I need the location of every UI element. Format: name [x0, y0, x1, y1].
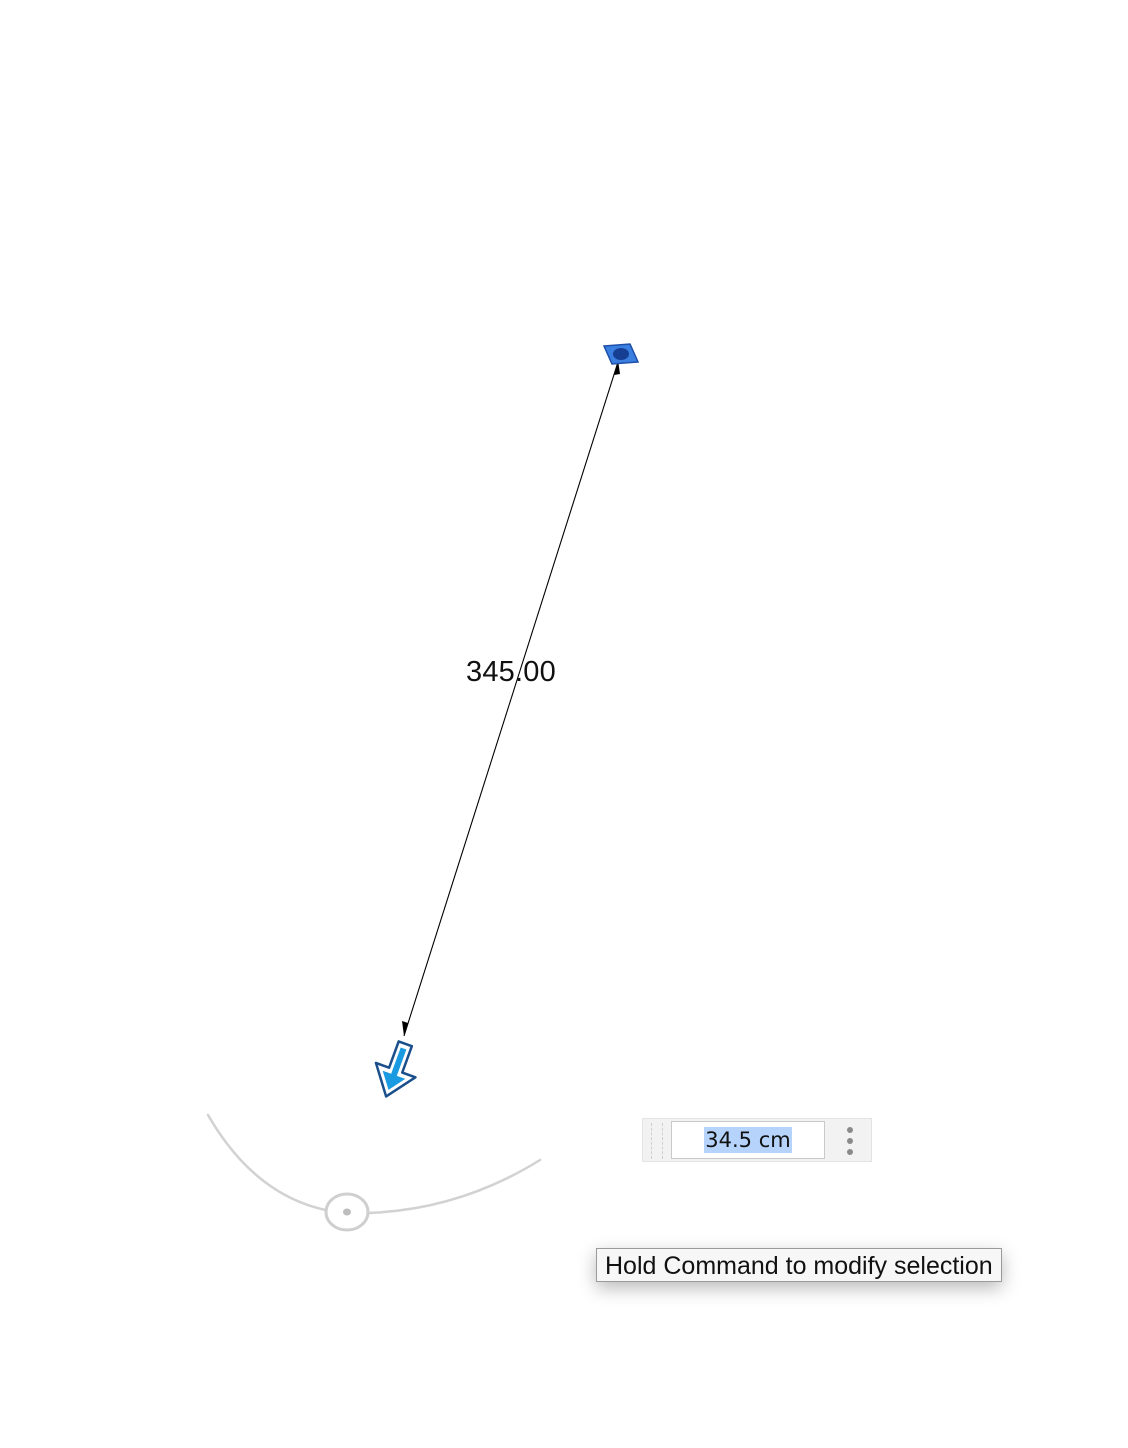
- dimension-input-toolbar: 34.5 cm: [642, 1118, 872, 1162]
- rotation-handle-icon[interactable]: [324, 1192, 370, 1232]
- drag-grip-handle[interactable]: [651, 1123, 663, 1159]
- rotation-gizmo[interactable]: [206, 1113, 542, 1232]
- dimension-length-input[interactable]: 34.5 cm: [671, 1121, 825, 1159]
- drawing-canvas[interactable]: [0, 0, 1128, 1448]
- start-point-grip-icon[interactable]: [602, 343, 640, 365]
- dimension-line[interactable]: [402, 360, 620, 1037]
- selected-input-text: 34.5 cm: [704, 1127, 792, 1153]
- hint-tooltip: Hold Command to modify selection: [596, 1248, 1002, 1282]
- end-point-arrow-grip-icon[interactable]: [366, 1037, 425, 1104]
- vertical-ellipsis-icon[interactable]: [843, 1125, 857, 1157]
